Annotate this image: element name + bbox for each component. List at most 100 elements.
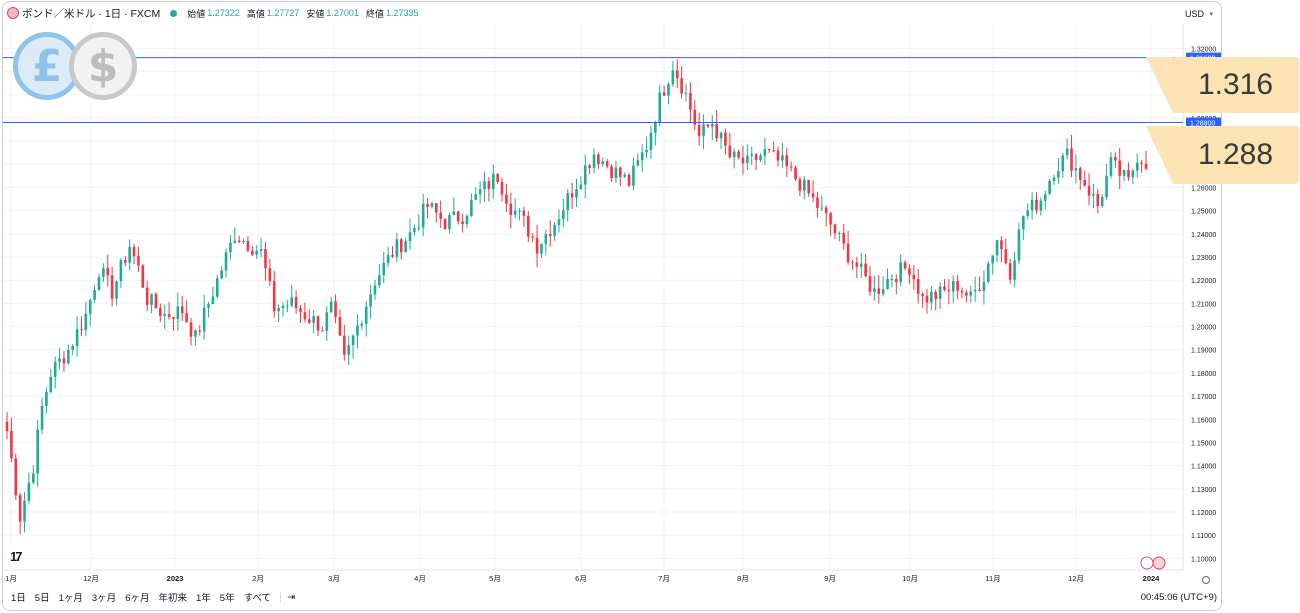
candle-body xyxy=(509,203,513,215)
candle-body xyxy=(369,294,372,307)
x-tick-label: 8月 xyxy=(737,574,749,583)
x-tick-label: 5月 xyxy=(489,574,501,583)
candle-body xyxy=(159,307,162,316)
candle-body xyxy=(746,155,749,164)
event-flash-icon xyxy=(1140,556,1154,570)
candle-body xyxy=(211,296,215,304)
chevron-down-icon: ▾ xyxy=(1209,11,1213,18)
candle-body xyxy=(119,260,123,282)
candle-body xyxy=(251,250,254,255)
candle-body xyxy=(649,132,653,151)
market-status-icon xyxy=(170,9,178,17)
period-3m[interactable]: 3ヶ月 xyxy=(92,590,116,604)
candle-body xyxy=(960,290,964,293)
candle-body xyxy=(846,243,850,263)
candle-body xyxy=(592,154,596,168)
candle-body xyxy=(982,281,986,291)
candle-body xyxy=(80,329,83,331)
candle-body xyxy=(395,239,399,257)
candle-body xyxy=(986,263,990,282)
period-5y[interactable]: 5年 xyxy=(220,590,235,604)
candle-body xyxy=(88,299,92,314)
candle-body xyxy=(237,240,241,243)
candle-body xyxy=(294,297,298,309)
candle-body xyxy=(45,391,48,407)
x-tick-label: 4月 xyxy=(414,574,426,583)
candle-body xyxy=(689,92,692,110)
y-tick-label: 1.15000 xyxy=(1191,440,1216,447)
candle-body xyxy=(115,281,118,299)
period-5d[interactable]: 5日 xyxy=(35,590,50,604)
period-all[interactable]: すべて xyxy=(244,590,271,604)
candle-body xyxy=(877,288,881,294)
candle-body xyxy=(27,482,31,501)
candle-body xyxy=(1008,263,1012,280)
candle-body xyxy=(290,297,294,306)
candle-body xyxy=(1100,197,1104,207)
candle-body xyxy=(242,240,245,243)
candle-body xyxy=(145,287,149,305)
candle-body xyxy=(513,210,517,215)
candle-body xyxy=(123,260,127,263)
dollar-coin-logo: $ xyxy=(69,32,137,100)
candle-body xyxy=(321,330,324,332)
candle-body xyxy=(851,262,854,264)
x-tick-label: 1月 xyxy=(5,574,17,583)
clock[interactable]: 00:45:06 (UTC+9) xyxy=(1141,592,1217,603)
candle-body xyxy=(93,290,96,300)
candle-body xyxy=(947,289,951,292)
y-tick-label: 1.17000 xyxy=(1191,394,1216,401)
candle-body xyxy=(452,211,456,216)
candle-body xyxy=(1035,199,1038,211)
candle-body xyxy=(816,197,819,209)
candle-body xyxy=(10,431,13,459)
candle-body xyxy=(23,500,26,522)
date-range-icon[interactable]: ⇥ xyxy=(280,591,295,603)
period-6m[interactable]: 6ヶ月 xyxy=(125,590,149,604)
period-1y[interactable]: 1年 xyxy=(196,590,211,604)
y-tick-label: 1.10000 xyxy=(1191,556,1216,563)
candle-body xyxy=(912,274,916,280)
candle-body xyxy=(557,219,561,225)
candle-body xyxy=(610,166,613,179)
candle-body xyxy=(478,189,482,195)
ohlc-low-value: 1.27001 xyxy=(326,8,359,18)
candle-body xyxy=(303,312,307,320)
candle-body xyxy=(978,289,981,291)
ohlc-close-value: 1.27335 xyxy=(385,8,419,18)
period-1m[interactable]: 1ヶ月 xyxy=(59,590,83,604)
candle-body xyxy=(951,281,955,292)
y-tick-label: 1.20000 xyxy=(1191,325,1216,332)
candle-body xyxy=(435,203,438,213)
candle-body xyxy=(399,239,403,253)
candle-body xyxy=(597,154,600,164)
candle-body xyxy=(338,317,342,336)
x-tick-label: 6月 xyxy=(575,574,587,583)
candle-body xyxy=(137,256,140,266)
candle-body xyxy=(53,361,57,377)
candle-body xyxy=(632,165,635,186)
tradingview-logo[interactable]: 17 xyxy=(10,549,23,564)
candle-body xyxy=(562,210,565,220)
candle-body xyxy=(40,406,44,430)
candle-body xyxy=(715,123,718,139)
candle-body xyxy=(386,254,390,263)
candle-body xyxy=(535,237,539,254)
period-1d[interactable]: 1日 xyxy=(11,590,26,604)
candle-body xyxy=(807,179,810,194)
period-ytd[interactable]: 年初来 xyxy=(158,590,187,604)
currency-selector[interactable]: USD ▾ xyxy=(1181,6,1217,22)
candle-body xyxy=(956,281,959,291)
symbol-title[interactable]: ポンド／米ドル · 1日 · FXCM xyxy=(22,6,160,21)
candle-body xyxy=(483,181,486,190)
candle-body xyxy=(864,263,867,277)
candle-body xyxy=(938,286,942,299)
candle-body xyxy=(829,213,832,225)
candle-body xyxy=(281,305,285,308)
candle-body xyxy=(1078,168,1082,180)
x-tick-label: 12月 xyxy=(83,574,99,583)
price-chart[interactable]: 1.320001.310001.300001.290001.280001.270… xyxy=(3,2,1222,611)
symbol-header: ポンド／米ドル · 1日 · FXCM 始値 1.27322 高値 1.2772… xyxy=(3,2,1183,24)
candle-body xyxy=(255,250,259,255)
candle-body xyxy=(347,345,350,355)
